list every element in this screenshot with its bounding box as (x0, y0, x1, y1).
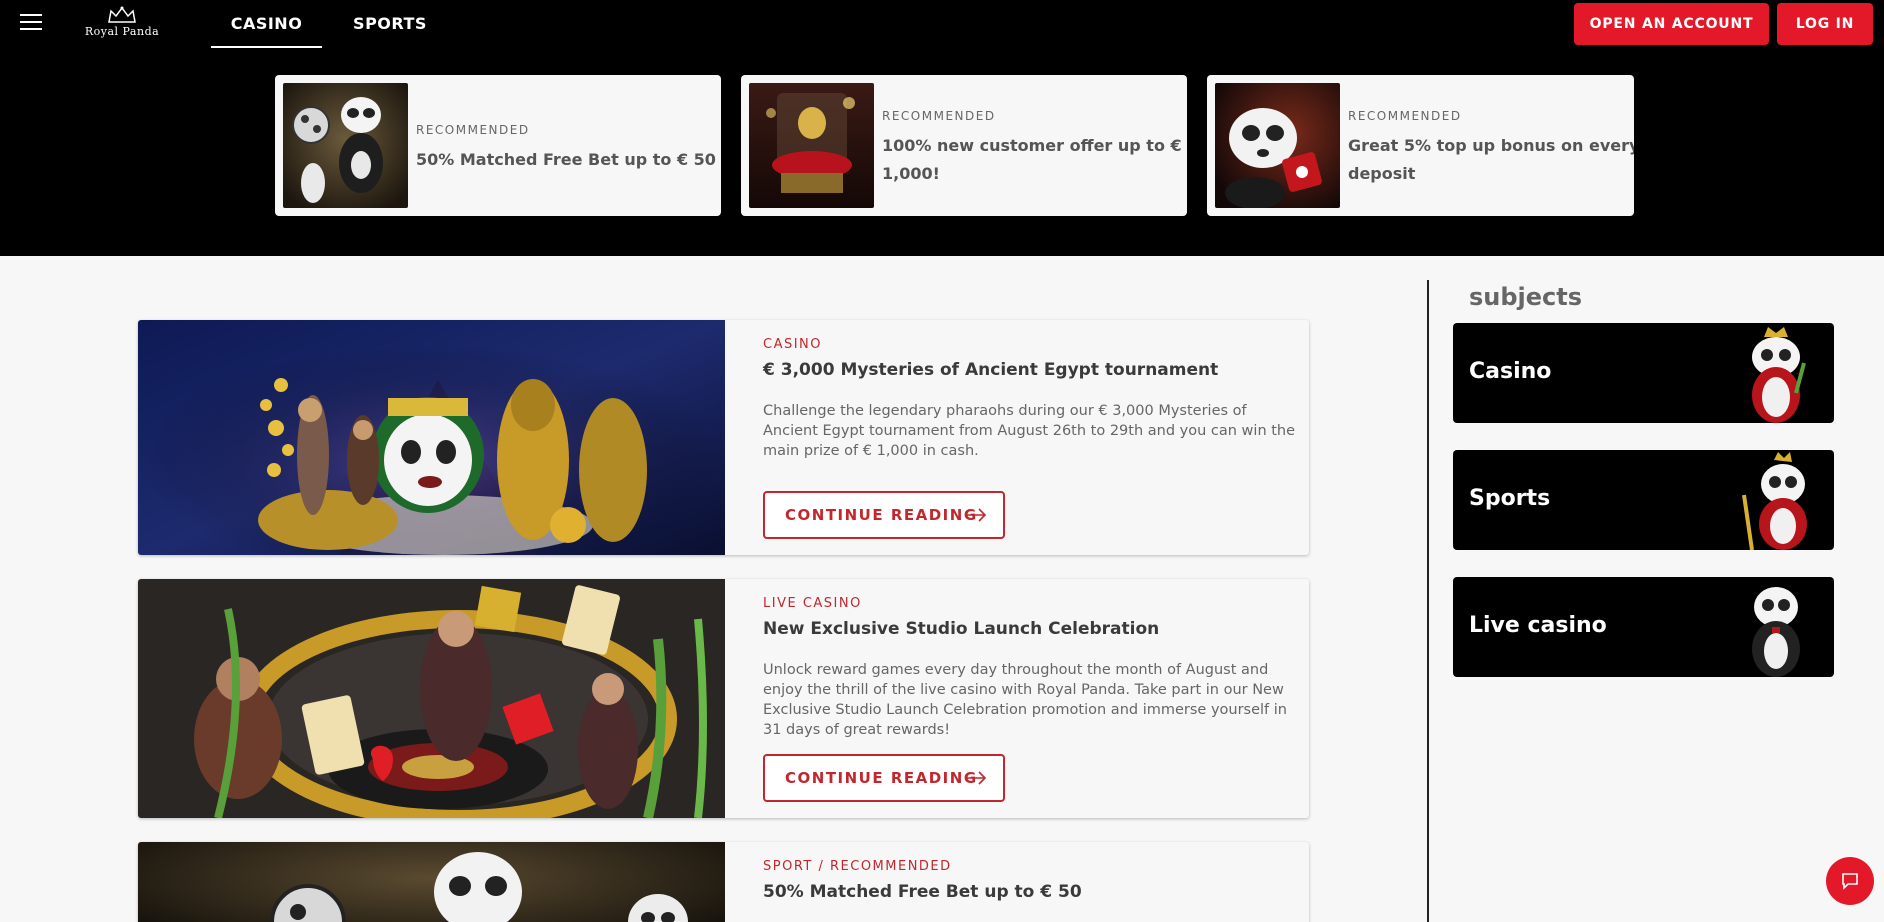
sidebar-item-label: Casino (1469, 359, 1552, 384)
continue-reading-label: CONTINUE READING (785, 769, 978, 787)
panda-mascot-icon (1752, 587, 1800, 677)
continue-reading-button[interactable]: CONTINUE READING (763, 491, 1005, 539)
continue-reading-label: CONTINUE READING (785, 506, 978, 524)
arrow-right-icon (967, 771, 987, 785)
article-category[interactable]: SPORT / RECOMMENDED (763, 859, 952, 874)
article-category[interactable]: CASINO (763, 337, 822, 352)
royal-panda-logo[interactable]: Royal Panda (72, 6, 172, 44)
continue-reading-button[interactable]: CONTINUE READING (763, 754, 1005, 802)
sidebar-item-label: Live casino (1469, 613, 1607, 638)
chat-icon (1842, 873, 1858, 890)
sidebar-item-sports[interactable]: Sports (1453, 450, 1834, 550)
panda-mascot-icon (1742, 452, 1807, 550)
promo-card[interactable]: RECOMMENDED 100% new customer offer up t… (741, 75, 1187, 216)
promo-title: Great 5% top up bonus on every deposit (1348, 136, 1634, 183)
sidebar-item-casino[interactable]: Casino (1453, 323, 1834, 423)
sidebar-item-label: Sports (1469, 486, 1551, 511)
tab-casino[interactable]: CASINO (211, 0, 322, 48)
article-title[interactable]: € 3,000 Mysteries of Ancient Egypt tourn… (763, 360, 1218, 380)
article-category[interactable]: LIVE CASINO (763, 596, 862, 611)
crown-icon (108, 6, 136, 23)
promo-card[interactable]: RECOMMENDED Great 5% top up bonus on eve… (1207, 75, 1634, 216)
promo-card[interactable]: RECOMMENDED 50% Matched Free Bet up to €… (275, 75, 721, 216)
open-account-button[interactable]: OPEN AN ACCOUNT (1574, 3, 1769, 45)
article-description: Challenge the legendary pharaohs during … (763, 403, 1296, 459)
article-card[interactable]: SPORT / RECOMMENDED 50% Matched Free Bet… (138, 842, 1309, 922)
promo-thumbnail (283, 83, 408, 208)
promo-tag: RECOMMENDED (416, 123, 530, 137)
promo-tag: RECOMMENDED (882, 109, 996, 123)
promo-tag: RECOMMENDED (1348, 109, 1462, 123)
article-image (138, 579, 725, 818)
article-card[interactable]: LIVE CASINO New Exclusive Studio Launch … (138, 579, 1309, 818)
article-image (138, 842, 725, 922)
sidebar-title: subjects (1469, 283, 1583, 311)
login-button[interactable]: LOG IN (1777, 3, 1873, 45)
arrow-right-icon (967, 508, 987, 522)
top-navigation: Royal Panda CASINO SPORTS OPEN AN ACCOUN… (0, 0, 1884, 48)
promo-title: 100% new customer offer up to € 1,000! (882, 136, 1182, 183)
sidebar-item-live-casino[interactable]: Live casino (1453, 577, 1834, 677)
article-card[interactable]: CASINO € 3,000 Mysteries of Ancient Egyp… (138, 320, 1309, 555)
tab-sports[interactable]: SPORTS (342, 0, 438, 48)
panda-mascot-icon (1752, 327, 1806, 423)
article-description: Unlock reward games every day throughout… (763, 662, 1287, 738)
article-title[interactable]: New Exclusive Studio Launch Celebration (763, 619, 1159, 639)
article-image (138, 320, 725, 555)
sidebar-divider (1427, 280, 1429, 922)
promo-thumbnail (749, 83, 874, 208)
promo-title: 50% Matched Free Bet up to € 50 (416, 150, 716, 169)
logo-text: Royal Panda (84, 25, 160, 38)
menu-icon[interactable] (20, 14, 42, 34)
promo-thumbnail (1215, 83, 1340, 208)
article-title[interactable]: 50% Matched Free Bet up to € 50 (763, 882, 1082, 902)
chat-button[interactable] (1826, 857, 1874, 905)
